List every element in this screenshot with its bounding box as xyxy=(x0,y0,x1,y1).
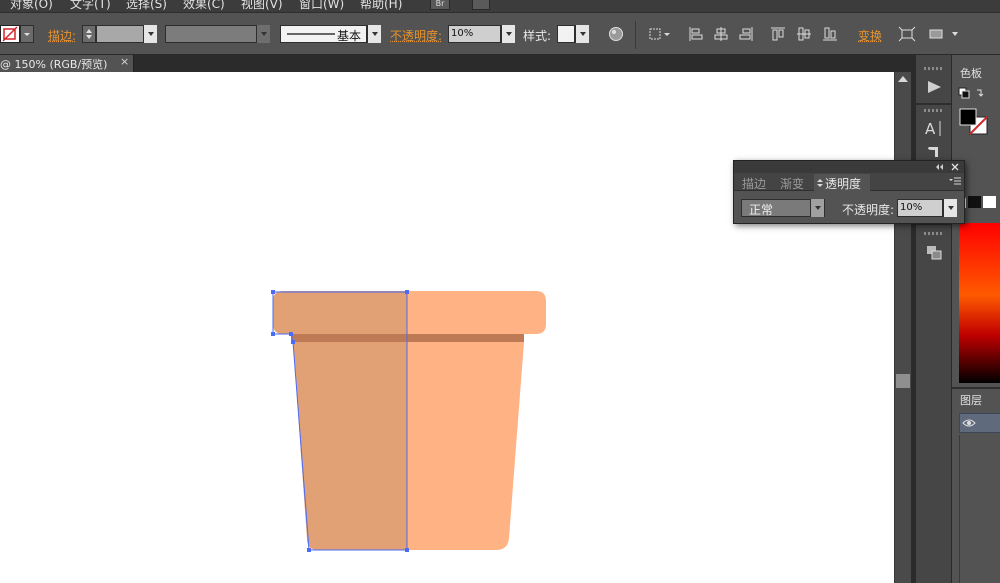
layer-row[interactable] xyxy=(959,413,1000,433)
panel-menu-icon[interactable] xyxy=(928,26,962,42)
layers-list[interactable] xyxy=(959,435,1000,583)
control-bar: 描边: 基本 不透明度: 10% 样式: 变换 xyxy=(0,12,1000,55)
tab-options-icon xyxy=(817,179,823,187)
paragraph-panel-icon[interactable] xyxy=(926,147,940,157)
recolor-artwork-icon[interactable] xyxy=(608,26,624,42)
menu-select[interactable]: 选择(S) xyxy=(126,0,167,12)
menu-effect[interactable]: 效果(C) xyxy=(183,0,225,12)
opacity-input[interactable]: 10% xyxy=(448,25,501,43)
brush-dropdown[interactable] xyxy=(367,25,381,43)
pot-body-left[interactable] xyxy=(293,342,407,550)
default-colors-icon[interactable] xyxy=(958,87,992,101)
document-tab-bar: @ 150% (RGB/预览) × xyxy=(0,55,915,72)
align-center-icon[interactable] xyxy=(713,26,729,42)
chevron-down-icon xyxy=(24,33,30,36)
variable-width-dropdown[interactable] xyxy=(256,25,270,43)
align-left-icon[interactable] xyxy=(688,26,704,42)
tab-transparency[interactable]: 透明度 xyxy=(814,174,870,191)
align-top-icon[interactable] xyxy=(770,26,786,42)
tab-gradient[interactable]: 渐变 xyxy=(780,174,810,191)
pot-rim-left[interactable] xyxy=(273,291,407,334)
panel-opacity-label: 不透明度: xyxy=(842,203,895,217)
panel-opacity-input[interactable]: 10% xyxy=(897,199,943,217)
opacity-label[interactable]: 不透明度: xyxy=(390,27,442,44)
stroke-weight-input[interactable] xyxy=(96,25,144,43)
layers-panel-tab[interactable]: 图层 xyxy=(956,391,986,407)
tab-stroke[interactable]: 描边 xyxy=(742,174,772,191)
align-bottom-icon[interactable] xyxy=(822,26,838,42)
color-panel-tab[interactable]: 色板 xyxy=(956,64,986,80)
brush-name: 基本 xyxy=(337,29,362,43)
scroll-up-arrow-icon[interactable] xyxy=(898,76,908,82)
transform-label[interactable]: 变换 xyxy=(858,27,882,44)
document-tab[interactable]: @ 150% (RGB/预览) × xyxy=(0,55,134,72)
close-icon[interactable]: × xyxy=(120,55,129,68)
menu-help[interactable]: 帮助(H) xyxy=(360,0,402,12)
panel-title-bar[interactable] xyxy=(734,161,964,173)
bridge-button[interactable]: Br xyxy=(430,0,450,10)
align-middle-icon[interactable] xyxy=(796,26,812,42)
up-down-arrows-icon xyxy=(86,29,92,39)
dock-grip[interactable] xyxy=(924,232,944,235)
panel-menu-icon[interactable] xyxy=(948,176,962,188)
panel-divider xyxy=(952,387,1000,389)
separator xyxy=(635,21,636,49)
panel-tabs: 描边 渐变 透明度 xyxy=(734,173,964,191)
vertical-scrollbar[interactable] xyxy=(894,72,911,583)
variable-width-profile[interactable] xyxy=(165,25,257,43)
right-panel-column: 色板 图层 xyxy=(951,55,1000,583)
none-fill-icon xyxy=(2,26,18,42)
stroke-label[interactable]: 描边: xyxy=(48,27,76,44)
artwork xyxy=(271,290,546,552)
menu-object[interactable]: 对象(O) xyxy=(10,0,53,12)
menu-window[interactable]: 窗口(W) xyxy=(299,0,344,12)
graphic-style-swatch[interactable] xyxy=(557,25,575,43)
fill-swatch[interactable] xyxy=(0,25,20,43)
transparency-panel: 描边 渐变 透明度 正常 不透明度: 10% xyxy=(733,160,965,224)
collapsed-panel-dock: A xyxy=(915,55,952,583)
document-tab-title: @ 150% (RGB/预览) xyxy=(0,58,108,71)
scroll-thumb[interactable] xyxy=(896,374,910,388)
graphic-style-dropdown[interactable] xyxy=(575,25,589,43)
fill-dropdown-button[interactable] xyxy=(20,25,34,43)
arrange-documents-button[interactable] xyxy=(472,0,490,10)
pot-rim-right[interactable] xyxy=(407,291,546,334)
dock-grip[interactable] xyxy=(924,109,944,112)
artboard-canvas[interactable] xyxy=(0,72,894,583)
style-label: 样式: xyxy=(523,29,552,43)
pathfinder-panel-icon[interactable] xyxy=(925,244,943,262)
isolate-selected-icon[interactable] xyxy=(898,26,916,42)
menu-bar: 对象(O) 文字(T) 选择(S) 效果(C) 视图(V) 窗口(W) 帮助(H… xyxy=(0,0,1000,12)
dock-divider xyxy=(916,103,952,105)
menu-view[interactable]: 视图(V) xyxy=(241,0,283,12)
stroke-line-icon xyxy=(287,33,335,35)
eye-icon[interactable] xyxy=(962,417,976,429)
menu-type[interactable]: 文字(T) xyxy=(70,0,111,12)
align-right-icon[interactable] xyxy=(738,26,754,42)
panel-opacity-dropdown[interactable] xyxy=(943,199,957,217)
play-icon[interactable] xyxy=(925,80,943,94)
fill-stroke-swatch[interactable] xyxy=(958,107,992,139)
character-panel-icon[interactable]: A xyxy=(924,119,944,137)
stroke-weight-stepper[interactable] xyxy=(82,25,96,43)
select-similar-icon[interactable] xyxy=(648,26,672,42)
collapse-panel-icon[interactable] xyxy=(934,163,946,171)
dock-grip[interactable] xyxy=(924,67,944,70)
stroke-weight-dropdown[interactable] xyxy=(143,25,157,43)
close-panel-icon[interactable] xyxy=(950,162,960,172)
color-spectrum[interactable] xyxy=(959,223,1000,383)
opacity-dropdown[interactable] xyxy=(501,25,515,43)
brush-definition[interactable]: 基本 xyxy=(280,25,367,43)
blend-mode-dropdown[interactable] xyxy=(810,199,824,217)
svg-text:A: A xyxy=(925,120,936,137)
